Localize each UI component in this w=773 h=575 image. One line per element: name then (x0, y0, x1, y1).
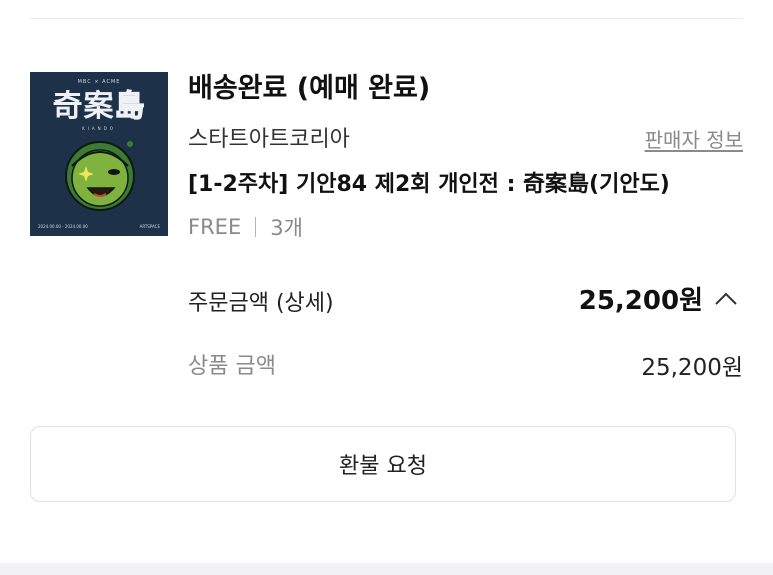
bottom-section-divider (0, 563, 773, 575)
order-amount-value: 25,200원 (578, 286, 703, 316)
poster-logos: MBC × ACME (77, 79, 121, 85)
poster-footer: 2024.00.00 - 2024.00.00 ARTSPACE (38, 224, 160, 229)
product-price-label: 상품 금액 (188, 354, 276, 379)
option-separator (255, 217, 257, 237)
product-title[interactable]: [1-2주차] 기안84 제2회 개인전 : 奇案島(기안도) (188, 166, 748, 198)
seller-info-link[interactable]: 판매자 정보 (645, 124, 743, 153)
product-price-value: 25,200원 (641, 355, 743, 381)
order-amount-toggle[interactable]: 25,200원 (579, 280, 739, 317)
poster-title-outline: 島 (114, 89, 146, 124)
poster-venue: ARTSPACE (139, 224, 160, 229)
poster-face-illustration (65, 141, 135, 211)
product-thumbnail[interactable]: MBC × ACME 奇案島 KIANDO 2024.00.00 - 2024.… (30, 72, 168, 236)
chevron-up-icon (715, 292, 737, 305)
poster-date: 2024.00.00 - 2024.00.00 (38, 224, 88, 229)
seller-name: 스타트아트코리아 (188, 127, 350, 152)
refund-request-button[interactable]: 환불 요청 (30, 426, 736, 502)
poster-subtitle: KIANDO (82, 126, 116, 131)
top-divider (30, 18, 743, 19)
quantity: 3개 (270, 216, 303, 240)
poster-title: 奇案島 (30, 89, 168, 124)
shipping-fee: FREE (188, 215, 242, 239)
poster-title-main: 奇案 (52, 89, 115, 124)
order-amount-label[interactable]: 주문금액 (상세) (188, 285, 334, 317)
product-option-line: FREE 3개 (188, 212, 303, 242)
order-status: 배송완료 (예매 완료) (188, 73, 431, 104)
